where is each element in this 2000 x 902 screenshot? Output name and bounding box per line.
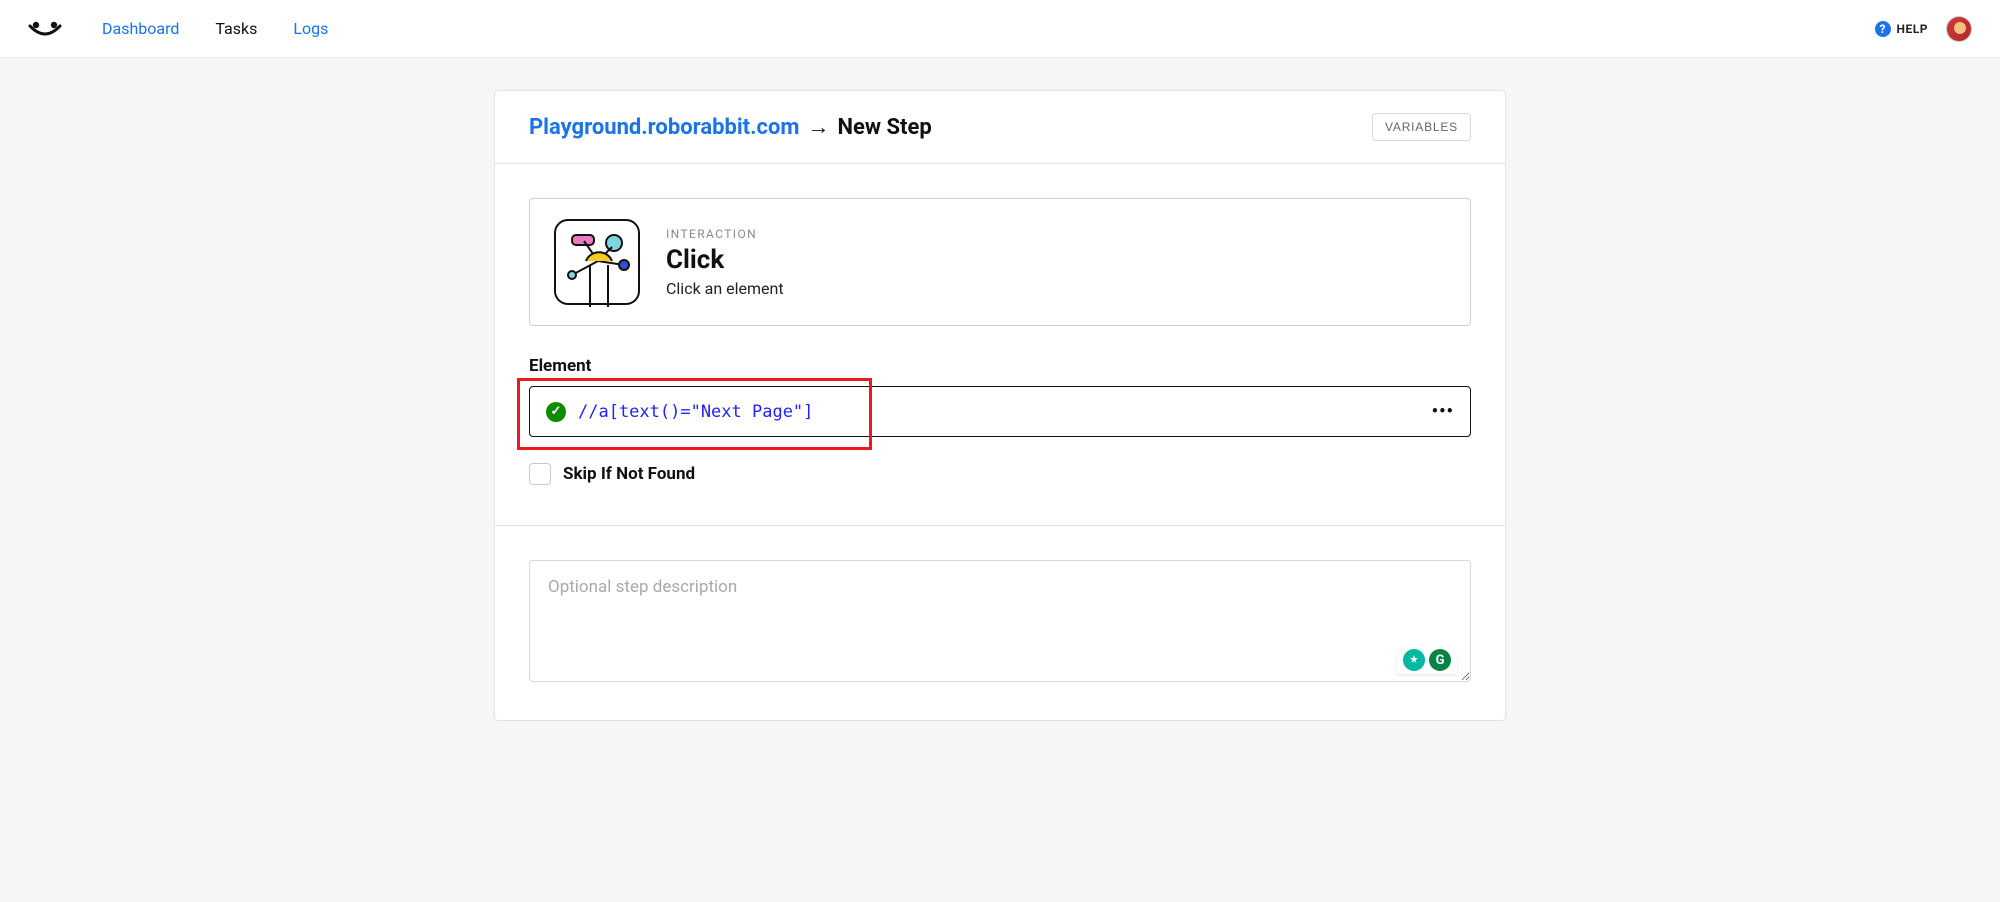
skip-if-not-found-checkbox[interactable] xyxy=(529,463,551,485)
click-action-icon xyxy=(554,219,640,305)
arrow-right-icon: → xyxy=(807,114,829,140)
description-area: G xyxy=(529,560,1471,686)
rabbit-nose-icon xyxy=(28,20,62,38)
step-info: INTERACTION Click Click an element xyxy=(666,227,784,298)
element-selector-input[interactable]: ✓ //a[text()="Next Page"] ••• xyxy=(529,386,1471,437)
section-divider xyxy=(495,525,1505,526)
nav-right: ? HELP xyxy=(1875,16,1972,42)
top-nav: Dashboard Tasks Logs ? HELP xyxy=(0,0,2000,58)
nav-logs[interactable]: Logs xyxy=(293,19,328,38)
breadcrumb: Playground.roborabbit.com → New Step xyxy=(529,114,932,140)
avatar[interactable] xyxy=(1946,16,1972,42)
element-field-label: Element xyxy=(529,356,1471,376)
variables-button[interactable]: VARIABLES xyxy=(1372,113,1471,141)
page-header: Playground.roborabbit.com → New Step VAR… xyxy=(495,91,1505,164)
grammarly-icon[interactable]: G xyxy=(1429,649,1451,671)
breadcrumb-current: New Step xyxy=(837,115,931,140)
element-input-wrapper: ✓ //a[text()="Next Page"] ••• xyxy=(529,386,1471,437)
step-type-card[interactable]: INTERACTION Click Click an element xyxy=(529,198,1471,326)
step-description: Click an element xyxy=(666,279,784,298)
xpath-value: //a[text()="Next Page"] xyxy=(578,402,813,422)
skip-if-not-found-label: Skip If Not Found xyxy=(563,464,695,484)
assist-bulb-icon[interactable] xyxy=(1403,649,1425,671)
help-label: HELP xyxy=(1897,22,1928,36)
nav-dashboard[interactable]: Dashboard xyxy=(102,19,179,38)
nav-tasks[interactable]: Tasks xyxy=(215,19,257,38)
content: INTERACTION Click Click an element Eleme… xyxy=(495,164,1505,720)
skip-if-not-found-row: Skip If Not Found xyxy=(529,463,1471,485)
step-description-textarea[interactable] xyxy=(529,560,1471,682)
brand-logo[interactable] xyxy=(28,20,62,38)
check-circle-icon: ✓ xyxy=(546,402,566,422)
step-category-label: INTERACTION xyxy=(666,227,784,241)
breadcrumb-link[interactable]: Playground.roborabbit.com xyxy=(529,115,799,140)
help-button[interactable]: ? HELP xyxy=(1875,21,1928,37)
more-options-button[interactable]: ••• xyxy=(1432,401,1454,422)
help-icon: ? xyxy=(1875,21,1891,37)
nav-links: Dashboard Tasks Logs xyxy=(102,19,328,38)
editor-assist-widgets: G xyxy=(1397,646,1457,674)
step-title: Click xyxy=(666,245,784,275)
page-card: Playground.roborabbit.com → New Step VAR… xyxy=(494,90,1506,721)
